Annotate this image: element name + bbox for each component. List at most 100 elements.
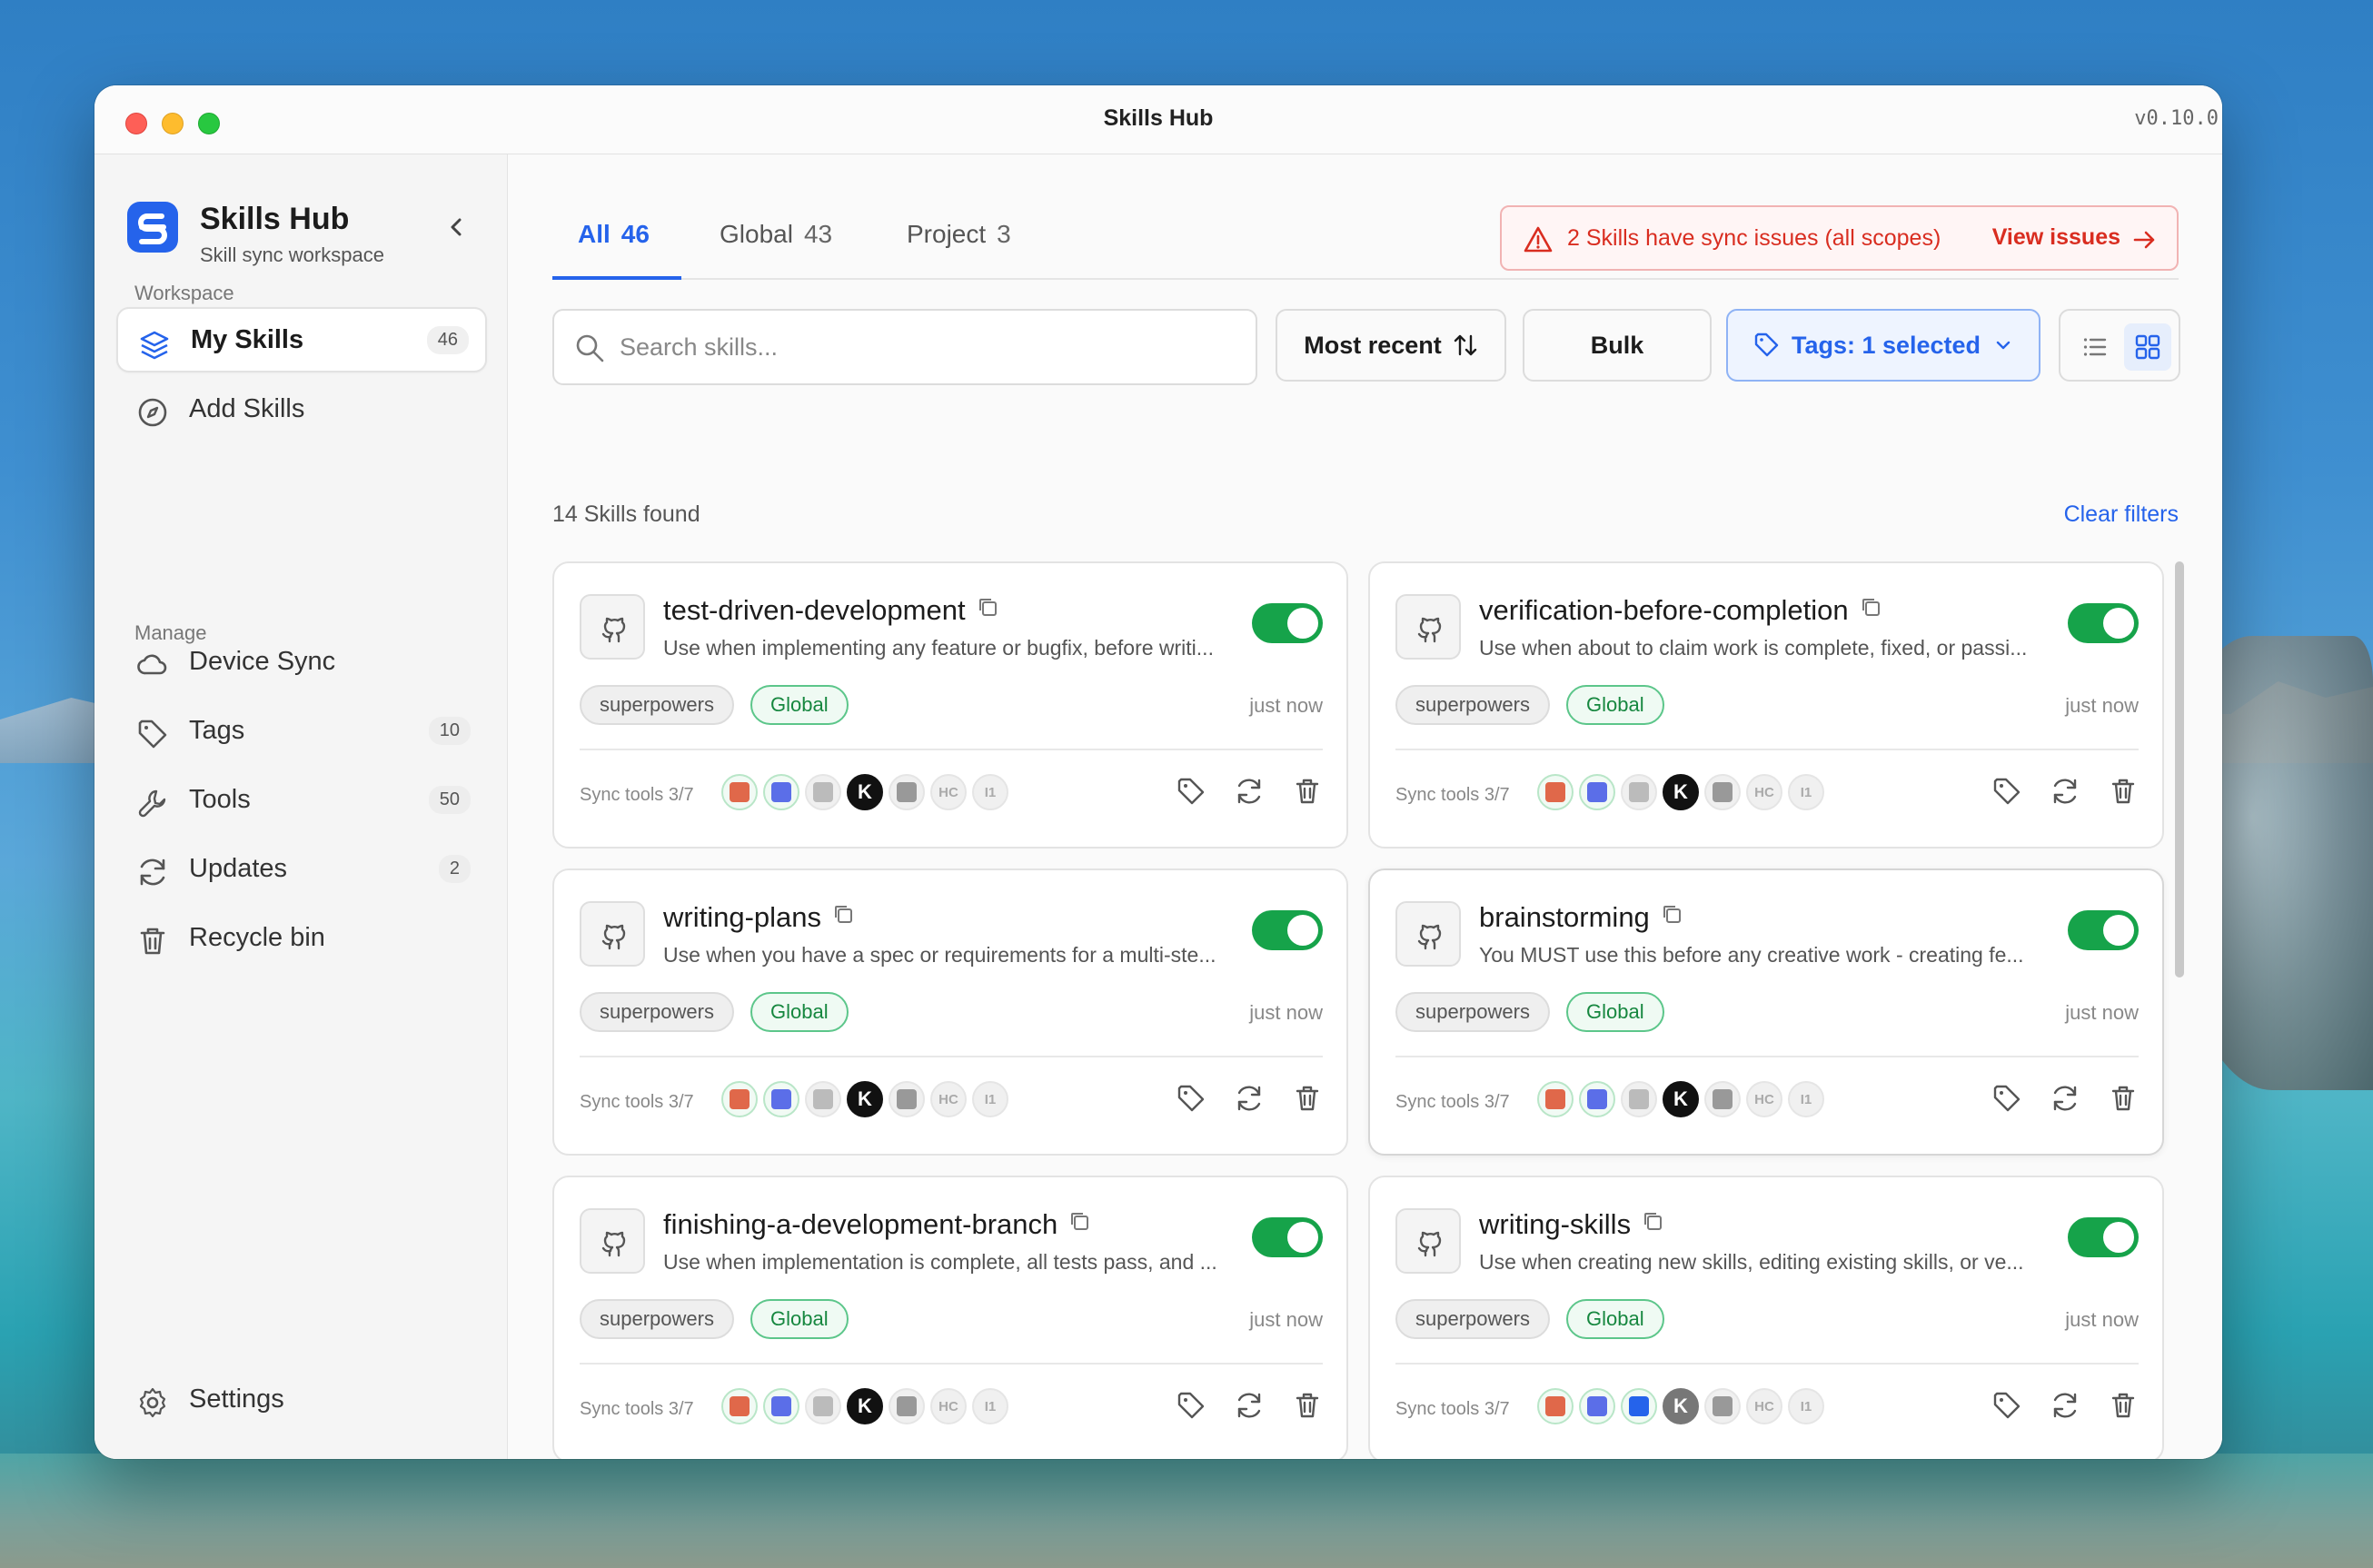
copy-icon[interactable] (1661, 903, 1683, 925)
sync-issues-text: 2 Skills have sync issues (all scopes) (1567, 225, 1941, 251)
tool-glyph (730, 782, 750, 802)
skill-card[interactable]: brainstorming You MUST use this before a… (1368, 868, 2164, 1156)
tool-i1-icon: I1 (1788, 1081, 1824, 1117)
sidebar-item-recycle-bin[interactable]: Recycle bin (116, 905, 487, 970)
sync-icon[interactable] (2050, 1390, 2080, 1421)
sidebar-item-device-sync[interactable]: Device Sync (116, 629, 487, 694)
card-divider (1395, 1363, 2139, 1365)
github-icon (580, 594, 645, 660)
copy-icon[interactable] (1642, 1210, 1663, 1232)
scrollbar-thumb[interactable] (2175, 561, 2184, 978)
tag-icon[interactable] (1176, 1390, 1206, 1421)
tag-icon[interactable] (1176, 1083, 1206, 1114)
skill-enabled-toggle[interactable] (2068, 1217, 2139, 1257)
tab-label: Project (907, 220, 987, 248)
skill-card[interactable]: writing-skills Use when creating new ski… (1368, 1176, 2164, 1459)
sidebar-item-label: Add Skills (189, 393, 305, 423)
card-divider (1395, 1056, 2139, 1057)
tool-badge-text: I1 (1800, 1398, 1812, 1414)
tab-all[interactable]: All 46 (552, 207, 681, 280)
tool-glyph (897, 1089, 917, 1109)
skill-scope-pill: Global (1566, 685, 1664, 725)
trash-icon[interactable] (2108, 1083, 2139, 1114)
tag-icon[interactable] (1176, 776, 1206, 807)
compass-icon (138, 398, 167, 427)
list-view-icon[interactable] (2075, 327, 2115, 367)
sidebar-item-tags[interactable]: Tags 10 (116, 698, 487, 763)
card-actions (1991, 1083, 2139, 1114)
github-icon (580, 901, 645, 967)
cloud-icon (137, 654, 167, 675)
sync-issues-banner[interactable]: 2 Skills have sync issues (all scopes) V… (1500, 205, 2179, 271)
sidebar-item-count: 46 (426, 325, 469, 354)
sort-button[interactable]: Most recent (1276, 309, 1506, 382)
github-icon (1395, 594, 1461, 660)
skill-enabled-toggle[interactable] (1252, 1217, 1323, 1257)
skill-title-text: writing-skills (1479, 1208, 1632, 1240)
wallpaper-water (0, 1454, 2373, 1568)
view-toggle (2059, 309, 2180, 382)
view-issues-link[interactable]: View issues (1992, 224, 2120, 251)
sidebar-item-add-skills[interactable]: Add Skills (116, 376, 487, 442)
tool-badge-text: HC (1754, 1091, 1774, 1107)
search-input[interactable] (620, 325, 1237, 369)
tool-agent-icon (889, 1081, 925, 1117)
tag-icon[interactable] (1991, 776, 2022, 807)
sync-icon[interactable] (1234, 1390, 1265, 1421)
bulk-button[interactable]: Bulk (1523, 309, 1712, 382)
trash-icon[interactable] (1292, 776, 1323, 807)
copy-icon[interactable] (832, 903, 854, 925)
sidebar-item-updates[interactable]: Updates 2 (116, 836, 487, 901)
skill-card[interactable]: writing-plans Use when you have a spec o… (552, 868, 1348, 1156)
warning-triangle-icon (1524, 226, 1553, 253)
sidebar-item-count: 2 (438, 854, 471, 883)
tag-icon[interactable] (1991, 1083, 2022, 1114)
skill-card[interactable]: verification-before-completion Use when … (1368, 561, 2164, 849)
card-actions (1176, 1390, 1323, 1421)
tool-kimi-icon: K (847, 1388, 883, 1424)
copy-icon[interactable] (1860, 596, 1882, 618)
trash-icon[interactable] (1292, 1390, 1323, 1421)
sync-icon[interactable] (1234, 1083, 1265, 1114)
skill-updated-time: just now (2065, 1001, 2139, 1024)
tool-glyph (897, 1396, 917, 1416)
title-bar: Skills Hub v0.10.0 (94, 85, 2222, 154)
copy-icon[interactable] (1068, 1210, 1090, 1232)
sync-icon[interactable] (2050, 1083, 2080, 1114)
sync-icon[interactable] (1234, 776, 1265, 807)
skill-enabled-toggle[interactable] (1252, 603, 1323, 643)
tab-global[interactable]: Global 43 (720, 207, 832, 280)
skill-tag-pill: superpowers (580, 685, 734, 725)
skill-enabled-toggle[interactable] (2068, 603, 2139, 643)
skill-enabled-toggle[interactable] (2068, 910, 2139, 950)
sync-icon[interactable] (2050, 776, 2080, 807)
tool-badge-text: I1 (984, 784, 997, 800)
trash-icon[interactable] (2108, 776, 2139, 807)
trash-icon[interactable] (2108, 1390, 2139, 1421)
collapse-sidebar-chevron-icon[interactable] (440, 211, 472, 243)
skill-enabled-toggle[interactable] (1252, 910, 1323, 950)
tool-glyph (813, 1396, 833, 1416)
trash-icon[interactable] (1292, 1083, 1323, 1114)
grid-view-icon[interactable] (2124, 323, 2171, 371)
sort-arrows-icon (1454, 334, 1476, 356)
tab-project[interactable]: Project 3 (907, 207, 1011, 280)
tool-glyph (1587, 1396, 1607, 1416)
copy-icon[interactable] (977, 596, 998, 618)
skill-description: Use when implementation is complete, all… (663, 1250, 1217, 1274)
tool-kimi-icon: K (1663, 774, 1699, 810)
tool-badge-text: K (1673, 780, 1688, 803)
sync-tools-label: Sync tools 3/7 (580, 1399, 694, 1419)
tag-icon[interactable] (1991, 1390, 2022, 1421)
sidebar-item-my-skills[interactable]: My Skills 46 (116, 307, 487, 372)
skill-card[interactable]: finishing-a-development-branch Use when … (552, 1176, 1348, 1459)
sync-tools-label: Sync tools 3/7 (1395, 1399, 1510, 1419)
sidebar-item-tools[interactable]: Tools 50 (116, 767, 487, 832)
sidebar-item-label: Tools (189, 784, 251, 814)
sync-tool-badges: K HC I1 (1537, 774, 1824, 810)
skill-scope-pill: Global (750, 992, 849, 1032)
tags-filter-button[interactable]: Tags: 1 selected (1726, 309, 2040, 382)
clear-filters-link[interactable]: Clear filters (2064, 501, 2179, 528)
sidebar-item-settings[interactable]: Settings (116, 1366, 487, 1432)
skill-card[interactable]: test-driven-development Use when impleme… (552, 561, 1348, 849)
